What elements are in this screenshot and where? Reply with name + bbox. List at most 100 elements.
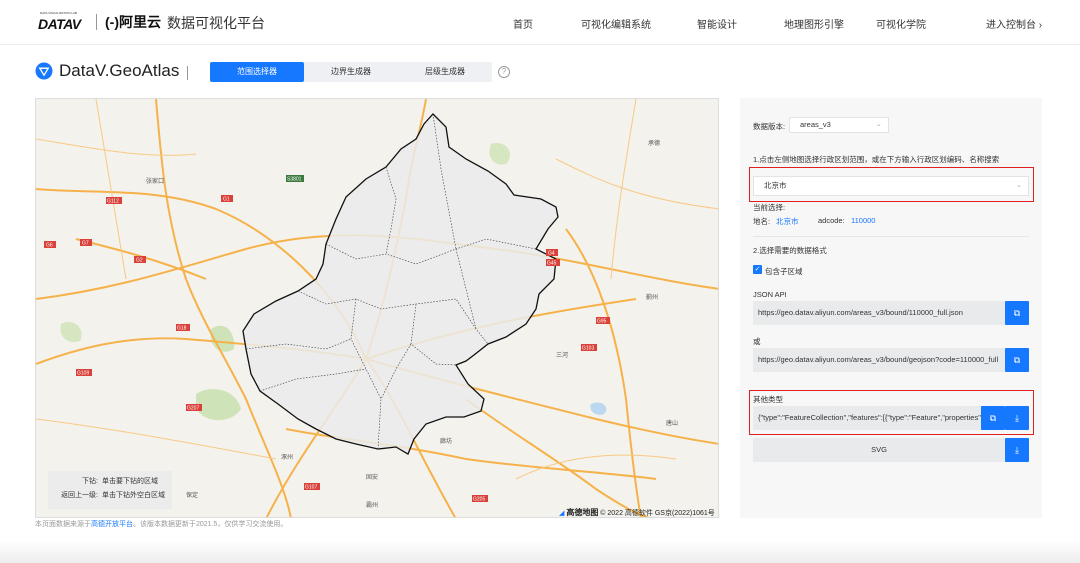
json-api-url-field[interactable]: https://geo.datav.aliyun.com/areas_v3/bo…: [753, 301, 1005, 325]
step1-instruction: 1.点击左侧地图选择行政区划范围，或在下方输入行政区划编码、名称搜索: [753, 155, 1000, 164]
road-shield: G107: [305, 485, 317, 491]
hint-key: 返回上一级:: [61, 492, 98, 499]
nav-link-editor[interactable]: 可视化编辑系统: [581, 16, 651, 31]
forest-area: [60, 321, 82, 343]
road-shield: G6: [46, 243, 53, 249]
datav-logo[interactable]: DATA VISUALIZATION LAB DATAV: [38, 11, 86, 32]
chevron-down-icon: ⌄: [1016, 182, 1022, 189]
settings-panel: 数据版本: areas_v3 ⌄ 1.点击左侧地图选择行政区划范围，或在下方输入…: [740, 98, 1042, 518]
nav-link-console[interactable]: 进入控制台 ›: [986, 16, 1042, 31]
nav-link-design[interactable]: 智能设计: [697, 16, 737, 31]
road-shield: G103: [582, 346, 594, 352]
footnote-prefix: 本页面数据来源于: [35, 521, 91, 528]
road-shield: G207: [187, 406, 199, 412]
svg-format-field[interactable]: SVG: [753, 438, 1005, 462]
platform-title: 数据可视化平台: [167, 15, 265, 31]
title-divider: [187, 66, 188, 80]
hint-value: 单击下钻外空白区域: [102, 492, 165, 499]
download-svg-button[interactable]: ⤓: [1005, 438, 1029, 462]
nav-divider: [96, 14, 97, 30]
water-area: [590, 402, 607, 415]
beijing-boundary: [242, 113, 559, 455]
checkbox-checked-icon[interactable]: ✓: [753, 265, 762, 274]
adcode-label: adcode:: [818, 216, 845, 225]
tab-range-selector[interactable]: 范围选择器: [210, 62, 304, 82]
road-shield: G2: [136, 258, 143, 264]
copy-geojson-url-button[interactable]: ⧉: [1005, 348, 1029, 372]
map-label-langfang: 廊坊: [440, 437, 452, 445]
map-label-chengde: 承德: [648, 139, 660, 147]
version-label: 数据版本:: [753, 122, 786, 131]
copy-icon: ⧉: [1013, 308, 1021, 318]
copy-icon: ⧉: [989, 413, 997, 423]
step2-instruction: 2.选择需要的数据格式: [753, 246, 827, 255]
geojson-content-field[interactable]: {"type":"FeatureCollection","features":[…: [753, 406, 981, 430]
road-shield: G95: [597, 319, 607, 325]
page-bottom-shade: [0, 540, 1080, 563]
amap-brand: 高德地图: [566, 508, 599, 517]
adcode-value: 110000: [851, 216, 876, 225]
map-label-tangshan: 唐山: [666, 419, 678, 427]
place-name-label: 地名:: [753, 217, 771, 226]
copy-json-api-button[interactable]: ⧉: [1005, 301, 1029, 325]
road-shield: G1: [223, 197, 230, 203]
geojson-url-field[interactable]: https://geo.datav.aliyun.com/areas_v3/bo…: [753, 348, 1005, 372]
map-label-gu-an: 固安: [366, 473, 378, 481]
map-label-jizhou: 蓟州: [646, 293, 658, 301]
amap-arrow-icon: ◢: [559, 510, 565, 517]
other-types-label: 其他类型: [753, 395, 783, 404]
region-select-value: 北京市: [764, 181, 787, 190]
help-icon[interactable]: ?: [498, 66, 510, 78]
map-credit: ◢ 高德地图 © 2022 高德软件 GS京(2022)1061号: [559, 507, 715, 517]
map-label-bazhou: 霸州: [366, 502, 378, 509]
download-geojson-button[interactable]: ⤓: [1005, 406, 1029, 430]
hint-key: 下钻:: [82, 478, 98, 485]
map-canvas[interactable]: 张家口 承德 唐山 廊坊 保定 霸州 涿州 固安 三河 蓟州 G6 G7 G1 …: [35, 98, 719, 518]
chevron-down-icon: ⌄: [876, 121, 882, 128]
road-shield: G7: [82, 241, 89, 247]
download-icon: ⤓: [1015, 413, 1019, 423]
map-label-zhangjiakou: 张家口: [146, 177, 164, 185]
aliyun-logo[interactable]: (-)阿里云: [105, 12, 161, 32]
road-shield: S3801: [287, 177, 302, 183]
road-shield: G4: [548, 251, 555, 257]
section-divider: [753, 236, 1029, 237]
road-shield: G18: [177, 326, 187, 332]
version-select[interactable]: areas_v3 ⌄: [789, 117, 889, 133]
include-subregion-label[interactable]: 包含子区域: [765, 266, 803, 277]
nav-link-academy[interactable]: 可视化学院: [876, 16, 926, 31]
tab-boundary-generator[interactable]: 边界生成器: [304, 62, 398, 82]
json-api-label: JSON API: [753, 290, 787, 299]
copy-icon: ⧉: [1013, 355, 1021, 365]
version-select-value: areas_v3: [800, 120, 831, 129]
current-selection-label: 当前选择:: [753, 203, 786, 212]
map-label-baoding: 保定: [186, 491, 198, 499]
tab-level-generator[interactable]: 层级生成器: [398, 62, 492, 82]
road-shield: G109: [77, 371, 89, 377]
road-shield: G45: [547, 261, 557, 267]
road-shield: G112: [107, 199, 119, 205]
hint-value: 单击要下钻的区域: [102, 478, 158, 485]
nav-link-home[interactable]: 首页: [513, 16, 533, 31]
logo-tagline: DATA VISUALIZATION LAB: [40, 11, 78, 15]
tool-tabs: 范围选择器 边界生成器 层级生成器: [210, 62, 492, 82]
map-label-sanhe: 三河: [556, 351, 568, 359]
road-shield: G205: [473, 497, 485, 503]
download-icon: ⤓: [1015, 445, 1019, 455]
map-label-zhuozhou: 涿州: [281, 453, 293, 461]
map-svg[interactable]: 张家口 承德 唐山 廊坊 保定 霸州 涿州 固安 三河 蓟州 G6 G7 G1 …: [36, 99, 719, 518]
place-name-value: 北京市: [776, 217, 799, 226]
amap-open-platform-link[interactable]: 高德开放平台: [91, 521, 133, 528]
top-navbar: DATA VISUALIZATION LAB DATAV (-)阿里云 数据可视…: [0, 0, 1080, 45]
copy-geojson-button[interactable]: ⧉: [981, 406, 1005, 430]
or-label: 或: [753, 337, 761, 346]
map-copyright: © 2022 高德软件 GS京(2022)1061号: [600, 510, 715, 517]
forest-area: [489, 143, 511, 165]
geoatlas-logo-icon: [35, 62, 53, 80]
map-hint-box: 下钻: 单击要下钻的区域 返回上一级: 单击下钻外空白区域: [48, 471, 172, 509]
forest-area: [196, 389, 241, 421]
nav-link-geo-engine[interactable]: 地理图形引擎: [784, 16, 844, 31]
data-source-note: 本页面数据来源于高德开放平台。该版本数据更新于2021.5，仅供学习交流使用。: [35, 519, 287, 529]
region-search-select[interactable]: 北京市 ⌄: [753, 176, 1029, 196]
logo-wordmark: DATAV: [38, 16, 81, 32]
